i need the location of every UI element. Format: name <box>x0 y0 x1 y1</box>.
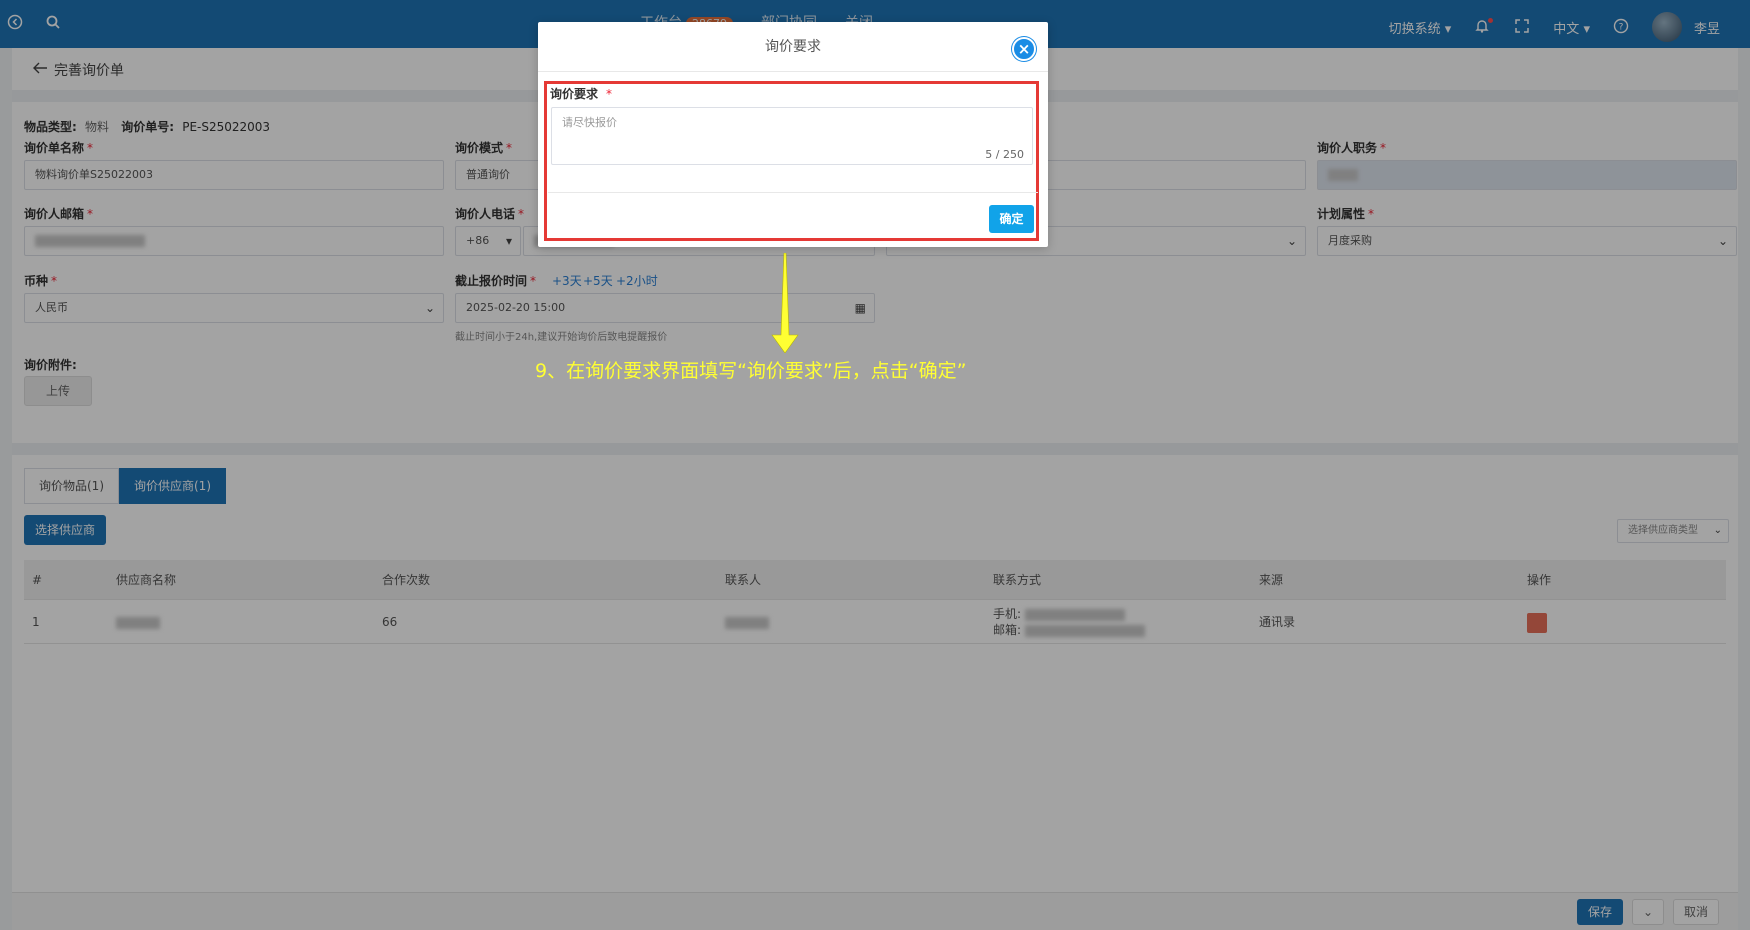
requirement-textarea[interactable]: 请尽快报价 5 / 250 <box>551 107 1033 165</box>
requirement-label-text: 询价要求 <box>550 87 599 101</box>
modal-title: 询价要求 <box>765 39 821 55</box>
close-icon[interactable]: × <box>1012 37 1036 61</box>
requirement-label: 询价要求 * <box>550 87 613 101</box>
char-counter: 5 / 250 <box>985 148 1024 161</box>
modal-header: 询价要求 × <box>538 22 1048 72</box>
requirement-text: 请尽快报价 <box>562 116 617 129</box>
inquiry-requirement-modal: 询价要求 × 询价要求 * 请尽快报价 5 / 250 确定 <box>538 22 1048 247</box>
divider <box>548 192 1038 193</box>
confirm-button[interactable]: 确定 <box>989 205 1034 233</box>
annotation-arrow <box>771 253 799 353</box>
annotation-text: 9、在询价要求界面填写“询价要求”后，点击“确定” <box>535 360 967 382</box>
